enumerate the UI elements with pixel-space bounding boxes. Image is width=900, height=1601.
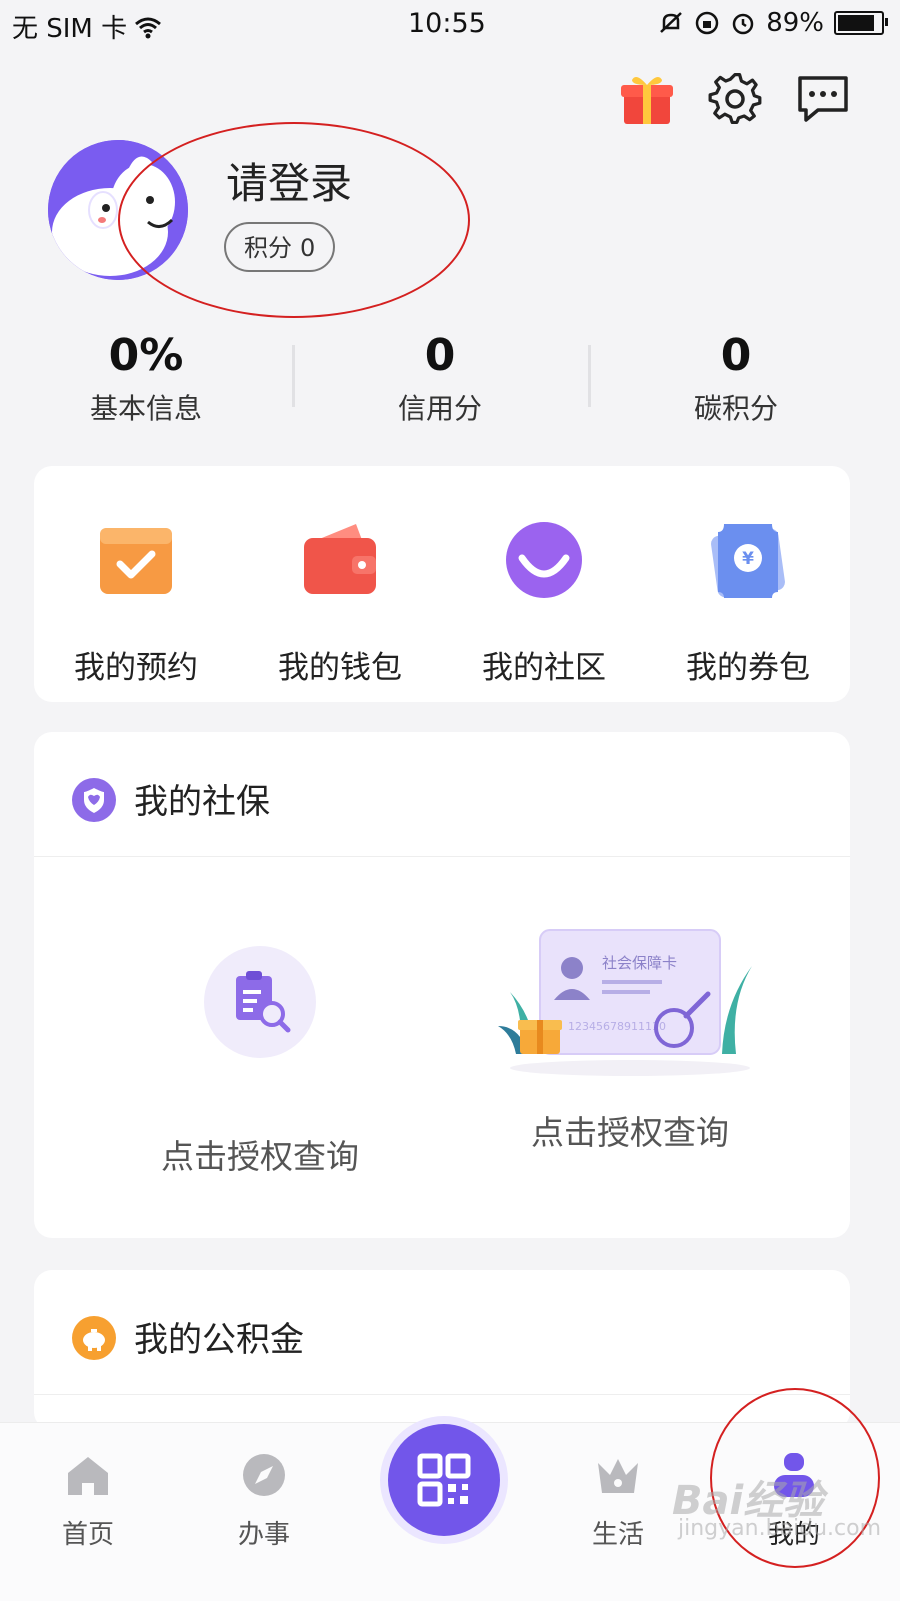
auth-query-label: 点击授权查询 xyxy=(531,1113,729,1152)
calendar-check-icon xyxy=(100,528,172,594)
home-icon xyxy=(68,1457,108,1495)
status-bar: 无 SIM 卡 10:55 89% xyxy=(0,0,900,48)
quick-action-wallet[interactable]: 我的钱包 xyxy=(238,506,442,687)
message-icon[interactable] xyxy=(794,70,852,128)
stat-value: 0% xyxy=(108,330,184,381)
smile-icon xyxy=(506,522,582,598)
quick-actions-card: 我的预约 我的钱包 我的社区 ¥ 我的券包 xyxy=(34,466,850,702)
wallet-icon xyxy=(304,524,376,594)
watermark-url: jingyan.baidu.com xyxy=(678,1516,882,1541)
mute-icon xyxy=(660,12,683,33)
document-search-icon xyxy=(204,946,316,1058)
quick-action-label: 我的钱包 xyxy=(278,650,402,686)
stat-value: 0 xyxy=(424,330,456,381)
gift-icon[interactable] xyxy=(618,70,676,128)
gear-icon[interactable] xyxy=(706,70,764,128)
clock: 10:55 xyxy=(408,8,486,39)
stat-value: 0 xyxy=(720,330,752,381)
divider xyxy=(292,345,295,407)
stat-carbon-points[interactable]: 0 碳积分 xyxy=(596,330,876,427)
alarm-icon xyxy=(732,13,754,35)
auth-query-label: 点击授权查询 xyxy=(161,1137,359,1176)
quick-action-label: 我的券包 xyxy=(686,650,810,686)
carrier-text: 无 SIM 卡 xyxy=(12,14,128,44)
tab-label: 生活 xyxy=(591,1520,644,1550)
section-title: 我的公积金 xyxy=(134,1320,304,1360)
rotation-lock-icon xyxy=(695,11,719,35)
quick-action-coupons[interactable]: ¥ 我的券包 xyxy=(646,506,850,687)
auth-query-right[interactable]: 社会保障卡 12345678911110 点击授权查询 xyxy=(470,929,790,1154)
stat-basic-info[interactable]: 0% 基本信息 xyxy=(6,330,286,427)
crown-icon xyxy=(598,1459,638,1493)
tab-services[interactable]: 办事 xyxy=(204,1451,324,1551)
card-title-text: 社会保障卡 xyxy=(602,954,677,972)
status-right: 89% xyxy=(658,8,888,38)
status-left: 无 SIM 卡 xyxy=(12,8,163,45)
social-insurance-card: 我的社保 点击授权查询 社会保障卡 12345678911110 点击授权查询 xyxy=(34,732,850,1238)
auth-query-left[interactable]: 点击授权查询 xyxy=(110,942,410,1178)
stat-credit-score[interactable]: 0 信用分 xyxy=(300,330,580,427)
quick-action-label: 我的社区 xyxy=(482,650,606,686)
section-title: 我的社保 xyxy=(134,782,270,822)
qr-code-icon xyxy=(417,1453,471,1507)
piggy-bank-icon xyxy=(72,1316,116,1360)
stat-label: 基本信息 xyxy=(89,392,202,425)
quick-action-community[interactable]: 我的社区 xyxy=(442,506,646,687)
tab-label: 首页 xyxy=(61,1520,114,1550)
tab-home[interactable]: 首页 xyxy=(28,1451,148,1551)
divider xyxy=(588,345,591,407)
annotation-circle-login xyxy=(118,122,470,318)
quick-action-appointment[interactable]: 我的预约 xyxy=(34,506,238,687)
card-number-text: 12345678911110 xyxy=(568,1020,666,1033)
wifi-icon xyxy=(135,17,162,38)
quick-action-label: 我的预约 xyxy=(74,650,198,686)
section-header[interactable]: 我的社保 xyxy=(34,732,850,857)
stat-label: 碳积分 xyxy=(693,392,778,425)
compass-icon xyxy=(243,1454,285,1496)
section-header[interactable]: 我的公积金 xyxy=(34,1270,850,1395)
stat-label: 信用分 xyxy=(397,392,482,425)
svg-text:¥: ¥ xyxy=(742,549,754,569)
insurance-shield-icon xyxy=(72,778,116,822)
coupon-icon: ¥ xyxy=(711,524,785,598)
scan-qr-button[interactable] xyxy=(388,1424,500,1536)
social-security-card-illustration: 社会保障卡 12345678911110 xyxy=(498,929,752,1076)
battery-percent: 89% xyxy=(766,8,824,38)
housing-fund-card: 我的公积金 xyxy=(34,1270,850,1430)
tab-life[interactable]: 生活 xyxy=(558,1451,678,1551)
tab-label: 办事 xyxy=(237,1520,290,1550)
battery-icon xyxy=(834,11,888,35)
